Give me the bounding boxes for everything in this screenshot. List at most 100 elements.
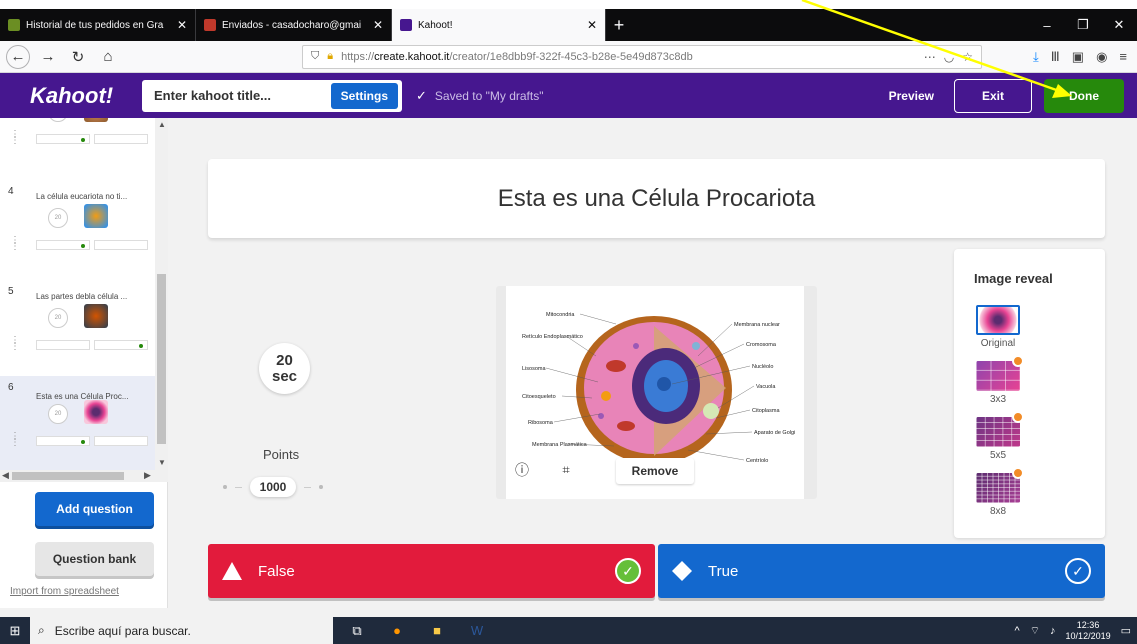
unchecked-icon[interactable]: ✓ [1065,558,1091,584]
library-icon[interactable]: Ⅲ [1051,49,1060,65]
points-line [303,486,312,488]
reveal-option-5x5[interactable]: 5x5 [976,411,1024,461]
file-explorer-icon[interactable]: ■ [423,617,451,644]
kahoot-favicon [400,19,412,31]
slide-thumbnail [84,118,108,122]
close-icon[interactable]: ✕ [373,18,383,32]
clock-date: 10/12/2019 [1065,630,1111,641]
kahoot-title-input[interactable] [154,88,331,103]
question-title[interactable]: Esta es una Célula Procariota [208,159,1105,238]
browser-tab-mail[interactable]: Enviados - casadocharo@gmai ✕ [196,9,392,41]
volume-icon[interactable]: ♪ [1050,625,1056,637]
browser-tab-history[interactable]: Historial de tus pedidos en Gra ✕ [0,9,196,41]
maximize-icon[interactable]: ❐ [1065,9,1101,41]
label-nucleolo: Nucléolo [752,364,773,370]
word-icon[interactable]: W [463,617,491,644]
answer-false[interactable]: False ✓ [208,544,655,598]
slide-item-selected[interactable]: 6 ⋮ ⋮ Esta es una Célula Proc... 20 [0,376,155,470]
slide-card: 20 [36,118,152,158]
slide-item[interactable]: 4 ⋮ ⋮ La célula eucariota no ti... 20 [0,180,155,280]
reveal-option-8x8[interactable]: 8x8 [976,467,1024,517]
forward-icon[interactable]: → [36,45,60,69]
scroll-down-icon[interactable]: ▼ [158,458,166,467]
slide-title: Las partes debla célula ... [36,292,128,301]
answer-text[interactable]: True [708,563,1065,580]
image-reveal-title: Image reveal [974,271,1053,286]
tab-label: Kahoot! [418,19,453,31]
close-icon[interactable]: ✕ [177,18,187,32]
firefox-icon[interactable]: ● [383,617,411,644]
slide-item[interactable]: 5 ⋮ ⋮ Las partes debla célula ... 20 [0,280,155,380]
done-button[interactable]: Done [1044,78,1124,113]
pocket-icon[interactable]: ◡ [944,50,954,64]
close-window-icon[interactable]: ✕ [1101,9,1137,41]
more-icon[interactable]: ⋯ [924,50,936,64]
scroll-thumb[interactable] [157,274,166,444]
tray-chevron-icon[interactable]: ^ [1015,625,1020,637]
account-icon[interactable]: ◉ [1096,49,1107,65]
taskbar-search[interactable]: ⌕ Escribe aquí para buscar. [30,617,333,644]
scroll-up-icon[interactable]: ▲ [158,120,166,129]
clock[interactable]: 12:36 10/12/2019 [1066,620,1111,642]
answer-true[interactable]: True ✓ [658,544,1105,598]
add-question-button[interactable]: Add question [35,492,154,526]
slide-item[interactable]: ⋮⋮ 20 [0,118,155,174]
check-icon: ✓ [416,87,427,103]
points-value[interactable]: 1000 [250,477,296,497]
time-limit-selector[interactable]: 20 sec [259,343,310,394]
remove-image-button[interactable]: Remove [616,458,694,484]
slide-timer: 20 [48,118,68,122]
browser-tab-kahoot[interactable]: Kahoot! ✕ [392,9,606,41]
download-icon[interactable]: ⤓ [1033,49,1039,65]
drag-handle-icon[interactable]: ⋮ ⋮ [10,236,20,266]
import-spreadsheet-link[interactable]: Import from spreadsheet [10,586,119,597]
menu-icon[interactable]: ≡ [1119,49,1127,65]
home-icon[interactable]: ⌂ [96,45,120,69]
new-tab-button[interactable]: + [606,9,632,41]
slide-thumbnail [84,400,108,424]
tab-label: Enviados - casadocharo@gmai [222,19,362,31]
search-icon: ⌕ [38,623,45,637]
kahoot-logo[interactable]: Kahoot! [30,83,142,109]
scroll-right-icon[interactable]: ▶ [144,470,151,481]
slide-thumbnail [84,304,108,328]
preview-button[interactable]: Preview [889,89,934,103]
sidebar-h-scrollbar[interactable]: ◀ ▶ [0,470,168,482]
drag-handle-icon[interactable]: ⋮ ⋮ [10,336,20,366]
answer-text[interactable]: False [258,563,615,580]
label-lisosoma: Lisosoma [522,366,546,372]
info-icon[interactable]: ⓘ [508,456,536,484]
notifications-icon[interactable]: ▭ [1121,624,1131,637]
grid-8x8-thumbnail [976,467,1024,503]
slide-timer: 20 [48,308,68,328]
option-label: 3x3 [989,394,1007,405]
minimize-icon[interactable]: – [1029,9,1065,41]
slide-answers [36,240,148,250]
sidebar-scrollbar[interactable]: ▲ ▼ [155,118,168,470]
network-icon[interactable]: ⌔ [1030,624,1040,638]
tab-favicon [8,19,20,31]
back-icon[interactable]: ← [6,44,30,69]
bookmark-star-icon[interactable]: ☆ [962,50,973,64]
sidebar-icon[interactable]: ▣ [1072,49,1084,65]
scroll-left-icon[interactable]: ◀ [2,470,9,481]
image-reveal-panel: Image reveal Original 3x3 5x5 8x8 [954,249,1105,538]
question-bank-button[interactable]: Question bank [35,542,154,576]
settings-button[interactable]: Settings [330,82,398,109]
reload-icon[interactable]: ↻ [66,45,90,69]
close-icon[interactable]: ✕ [587,18,597,32]
toolbar-icons: ⤓ Ⅲ ▣ ◉ ≡ [1033,49,1131,65]
windows-start-icon[interactable]: ⊞ [0,623,30,639]
reveal-option-original[interactable]: Original [976,305,1020,349]
address-bar[interactable]: ⛉ 🔒︎ https://create.kahoot.it/creator/1e… [302,44,982,69]
drag-handle-icon[interactable]: ⋮ ⋮ [10,432,20,462]
crop-icon[interactable]: ⌗ [552,456,580,484]
correct-check-icon[interactable]: ✓ [615,558,641,584]
exit-button[interactable]: Exit [954,78,1032,113]
drag-handle-icon[interactable]: ⋮ ⋮ [10,130,20,160]
task-view-icon[interactable]: ⧉ [343,617,371,644]
reveal-option-3x3[interactable]: 3x3 [976,355,1024,405]
h-scroll-thumb[interactable] [12,472,124,480]
points-selector[interactable]: 1000 [223,477,323,497]
points-dot-left [223,485,227,489]
